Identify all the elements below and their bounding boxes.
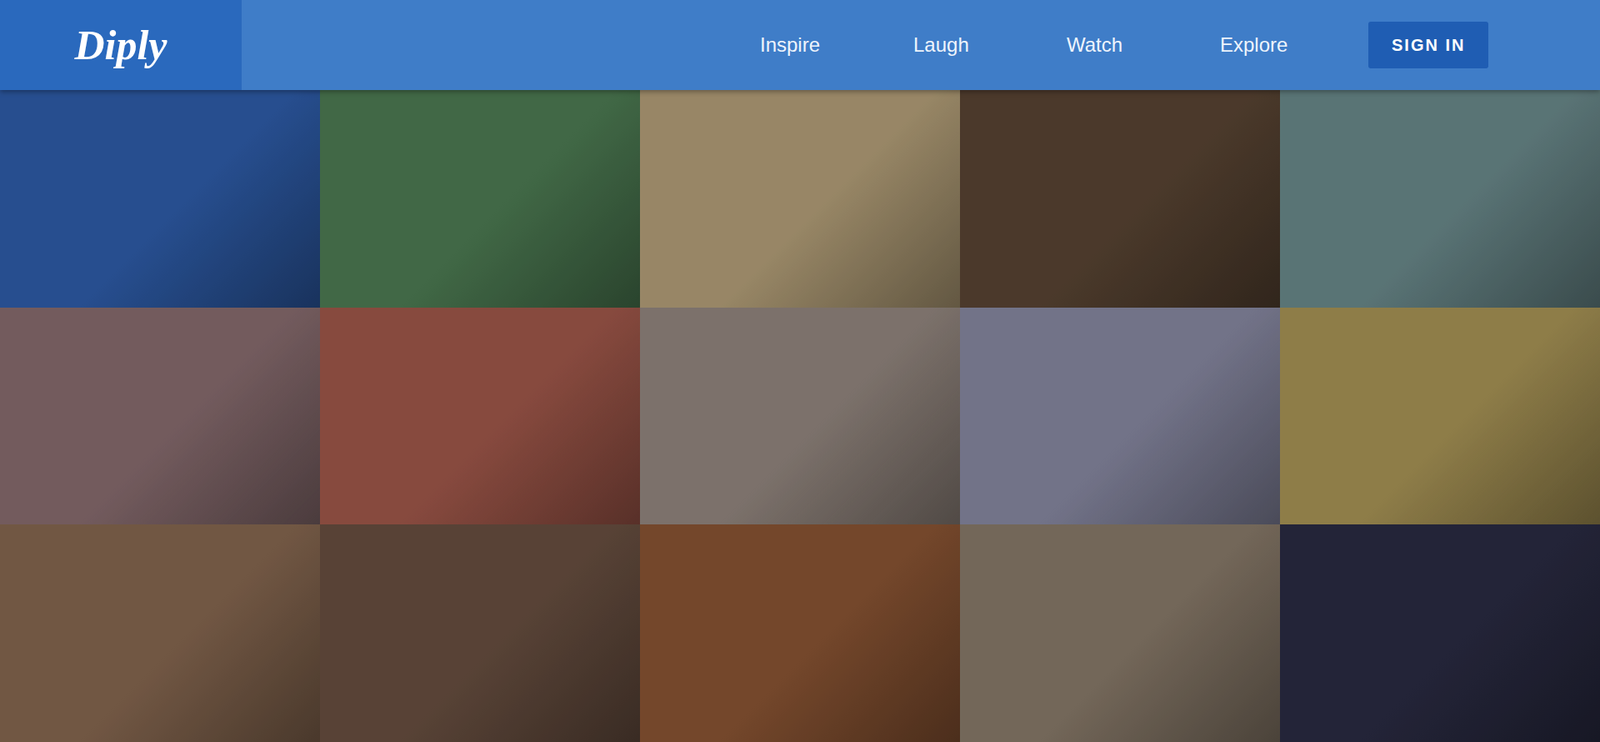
main-nav: InspireLaughWatchExploreSIGN IN	[241, 0, 1600, 90]
nav-link[interactable]: Watch	[1066, 33, 1220, 57]
article-tile[interactable]	[320, 524, 640, 742]
article-tile[interactable]	[960, 524, 1280, 742]
logo[interactable]: Diply	[64, 20, 177, 70]
article-grid	[0, 90, 1600, 742]
article-tile[interactable]	[1280, 524, 1600, 742]
article-tile[interactable]	[320, 307, 640, 525]
nav-link[interactable]: Inspire	[760, 33, 914, 57]
top-bar: Diply InspireLaughWatchExploreSIGN IN	[0, 0, 1600, 90]
article-tile[interactable]	[640, 90, 960, 308]
sign-in-button[interactable]: SIGN IN	[1368, 21, 1489, 69]
article-tile[interactable]	[960, 307, 1280, 525]
article-tile[interactable]	[0, 90, 320, 308]
article-tile[interactable]	[1280, 90, 1600, 308]
article-tile[interactable]	[640, 307, 960, 525]
logo-box: Diply	[0, 0, 242, 90]
article-tile[interactable]	[0, 307, 320, 525]
article-tile[interactable]	[0, 524, 320, 742]
nav-link[interactable]: Explore	[1220, 33, 1374, 57]
article-tile[interactable]	[320, 90, 640, 308]
article-tile[interactable]	[960, 90, 1280, 308]
page: Diply InspireLaughWatchExploreSIGN IN	[0, 0, 1600, 742]
article-tile[interactable]	[640, 524, 960, 742]
article-tile[interactable]	[1280, 307, 1600, 525]
nav-link[interactable]: Laugh	[913, 33, 1067, 57]
